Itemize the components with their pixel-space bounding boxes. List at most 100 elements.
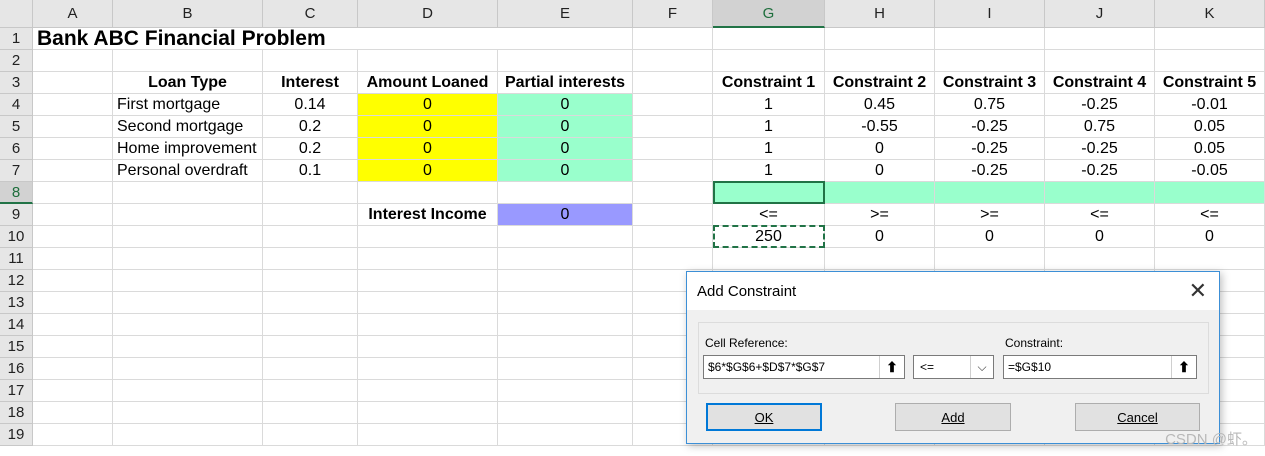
cell-c19[interactable] [263, 424, 358, 446]
operator-select[interactable]: <= ⌵ [913, 355, 994, 379]
cell-f3[interactable] [633, 72, 713, 94]
cell-d12[interactable] [358, 270, 498, 292]
cell-a5[interactable] [33, 116, 113, 138]
cell-e11[interactable] [498, 248, 633, 270]
cell-b2[interactable] [113, 50, 263, 72]
cell-d16[interactable] [358, 358, 498, 380]
cancel-button[interactable]: Cancel [1075, 403, 1200, 431]
cell-c18[interactable] [263, 402, 358, 424]
cell-h11[interactable] [825, 248, 935, 270]
cell-j11[interactable] [1045, 248, 1155, 270]
cell-a15[interactable] [33, 336, 113, 358]
cell-b17[interactable] [113, 380, 263, 402]
column-header-e[interactable]: E [498, 0, 633, 28]
amount-loaned-cell[interactable]: 0 [358, 138, 498, 160]
constraint-lhs-cell[interactable] [935, 182, 1045, 204]
column-header-c[interactable]: C [263, 0, 358, 28]
add-button[interactable]: Add [895, 403, 1011, 431]
close-icon[interactable]: ✕ [1189, 278, 1207, 304]
constraint-coef-cell[interactable]: 0.05 [1155, 116, 1265, 138]
interest-cell[interactable]: 0.1 [263, 160, 358, 182]
cell-b10[interactable] [113, 226, 263, 248]
constraint-lhs-cell[interactable] [825, 182, 935, 204]
constraint-operator-cell[interactable]: <= [1045, 204, 1155, 226]
cell-g1[interactable] [713, 28, 825, 50]
column-header-d[interactable]: D [358, 0, 498, 28]
cell-f10[interactable] [633, 226, 713, 248]
cell-a17[interactable] [33, 380, 113, 402]
cell-b18[interactable] [113, 402, 263, 424]
row-header-10[interactable]: 10 [0, 226, 33, 248]
cell-e10[interactable] [498, 226, 633, 248]
cell-h2[interactable] [825, 50, 935, 72]
cell-d11[interactable] [358, 248, 498, 270]
cell-a19[interactable] [33, 424, 113, 446]
cell-a2[interactable] [33, 50, 113, 72]
cell-a8[interactable] [33, 182, 113, 204]
partial-interest-cell[interactable]: 0 [498, 138, 633, 160]
cell-c13[interactable] [263, 292, 358, 314]
cell-e2[interactable] [498, 50, 633, 72]
cell-e15[interactable] [498, 336, 633, 358]
row-header-14[interactable]: 14 [0, 314, 33, 336]
constraint-coef-cell[interactable]: -0.25 [1045, 160, 1155, 182]
ok-button[interactable]: OK [706, 403, 822, 431]
constraint-coef-cell[interactable]: -0.01 [1155, 94, 1265, 116]
cell-d17[interactable] [358, 380, 498, 402]
cell-d10[interactable] [358, 226, 498, 248]
cell-f5[interactable] [633, 116, 713, 138]
constraint-operator-cell[interactable]: <= [1155, 204, 1265, 226]
constraint-coef-cell[interactable]: 1 [713, 138, 825, 160]
constraint-coef-cell[interactable]: -0.25 [1045, 138, 1155, 160]
cell-h1[interactable] [825, 28, 935, 50]
constraint-coef-cell[interactable]: 0.45 [825, 94, 935, 116]
header-loan-type[interactable]: Loan Type [113, 72, 263, 94]
row-header-15[interactable]: 15 [0, 336, 33, 358]
constraint-operator-cell[interactable]: >= [935, 204, 1045, 226]
cell-i1[interactable] [935, 28, 1045, 50]
header-partial-interests[interactable]: Partial interests [498, 72, 633, 94]
loan-type-cell[interactable]: Personal overdraft [113, 160, 263, 182]
cell-g11[interactable] [713, 248, 825, 270]
constraint-operator-cell[interactable]: <= [713, 204, 825, 226]
cell-d18[interactable] [358, 402, 498, 424]
cell-b9[interactable] [113, 204, 263, 226]
interest-cell[interactable]: 0.14 [263, 94, 358, 116]
interest-cell[interactable]: 0.2 [263, 138, 358, 160]
partial-interest-cell[interactable]: 0 [498, 94, 633, 116]
loan-type-cell[interactable]: Home improvement [113, 138, 263, 160]
row-header-12[interactable]: 12 [0, 270, 33, 292]
cell-a4[interactable] [33, 94, 113, 116]
cell-a11[interactable] [33, 248, 113, 270]
cell-f1[interactable] [633, 28, 713, 50]
cell-c14[interactable] [263, 314, 358, 336]
constraint-coef-cell[interactable]: 0.75 [935, 94, 1045, 116]
cell-c16[interactable] [263, 358, 358, 380]
cell-f7[interactable] [633, 160, 713, 182]
row-header-2[interactable]: 2 [0, 50, 33, 72]
cell-e13[interactable] [498, 292, 633, 314]
row-header-5[interactable]: 5 [0, 116, 33, 138]
cell-c10[interactable] [263, 226, 358, 248]
cell-d8[interactable] [358, 182, 498, 204]
cell-a3[interactable] [33, 72, 113, 94]
header-interest[interactable]: Interest [263, 72, 358, 94]
row-header-19[interactable]: 19 [0, 424, 33, 446]
constraint-coef-cell[interactable]: -0.25 [1045, 94, 1155, 116]
cell-a9[interactable] [33, 204, 113, 226]
cell-c8[interactable] [263, 182, 358, 204]
collapse-dialog-icon-2[interactable]: ⬆ [1171, 356, 1196, 378]
cell-reference-input[interactable]: $6*$G$6+$D$7*$G$7 ⬆ [703, 355, 905, 379]
row-header-8[interactable]: 8 [0, 182, 33, 204]
row-header-1[interactable]: 1 [0, 28, 33, 50]
cell-a16[interactable] [33, 358, 113, 380]
row-header-13[interactable]: 13 [0, 292, 33, 314]
column-header-i[interactable]: I [935, 0, 1045, 28]
constraint-rhs-cell[interactable]: 0 [935, 226, 1045, 248]
amount-loaned-cell[interactable]: 0 [358, 116, 498, 138]
constraint-coef-cell[interactable]: 1 [713, 116, 825, 138]
sheet-title[interactable]: Bank ABC Financial Problem [33, 27, 533, 50]
cell-i11[interactable] [935, 248, 1045, 270]
cell-c15[interactable] [263, 336, 358, 358]
cell-d14[interactable] [358, 314, 498, 336]
